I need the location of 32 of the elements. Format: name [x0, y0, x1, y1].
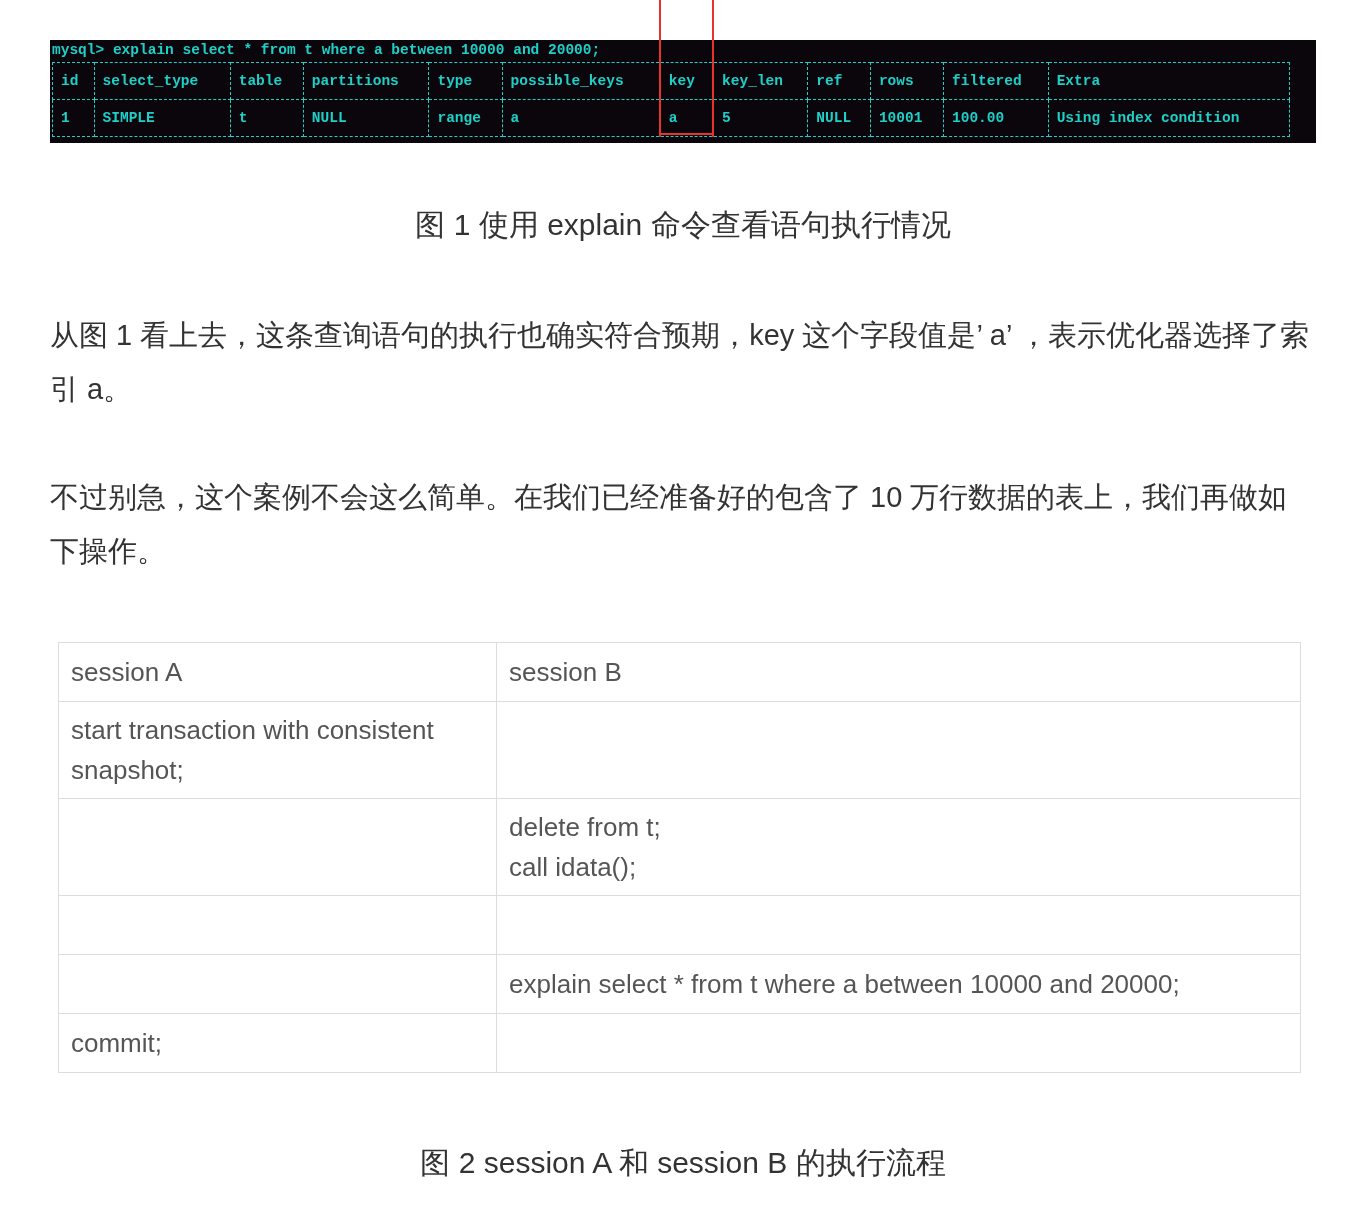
column-header: type [428, 62, 503, 100]
column-header: ref [807, 62, 871, 100]
column-header: partitions [303, 62, 429, 100]
column-header: filtered [943, 62, 1049, 100]
paragraph: 不过别急，这个案例不会这么简单。在我们已经准备好的包含了 10 万行数据的表上，我们再做如下操作。 [50, 480, 1289, 569]
table-cell: 100.00 [943, 99, 1049, 137]
column-header: table [230, 62, 304, 100]
column-header: session A [58, 642, 497, 702]
column-header: Extra [1048, 62, 1290, 100]
table-cell: start transaction with consistent snapshot; [58, 701, 497, 799]
column-header: rows [870, 62, 944, 100]
table-cell: t [230, 99, 304, 137]
table-cell: delete from t; call idata(); [496, 798, 1301, 896]
table-cell: 10001 [870, 99, 944, 137]
figure-caption: 图 1 使用 explain 命令查看语句执行情况 [414, 207, 952, 243]
column-header: possible_keys [502, 62, 660, 100]
column-header: id [52, 62, 95, 100]
table-cell: NULL [303, 99, 429, 137]
table-cell: NULL [807, 99, 871, 137]
table-cell: Using index condition [1048, 99, 1290, 137]
table-cell: 5 [713, 99, 808, 137]
paragraph: 从图 1 看上去，这条查询语句的执行也确实符合预期，key 这个字段值是’ a’ ，表示优化器选择了索引 a。 [50, 318, 1311, 407]
table-cell: commit; [58, 1013, 497, 1073]
command-line: mysql> explain select * from t where a between 10000 and 20000; [52, 41, 601, 60]
column-header: key_len [713, 62, 808, 100]
figure-caption: 图 2 session A 和 session B 的执行流程 [419, 1145, 947, 1181]
table-cell: explain select * from t where a between 10000 and 20000; [496, 954, 1301, 1014]
table-cell: range [428, 99, 503, 137]
table-cell: 1 [52, 99, 95, 137]
column-header: session B [496, 642, 1301, 702]
column-header: select_type [94, 62, 231, 100]
table-cell: SIMPLE [94, 99, 231, 137]
